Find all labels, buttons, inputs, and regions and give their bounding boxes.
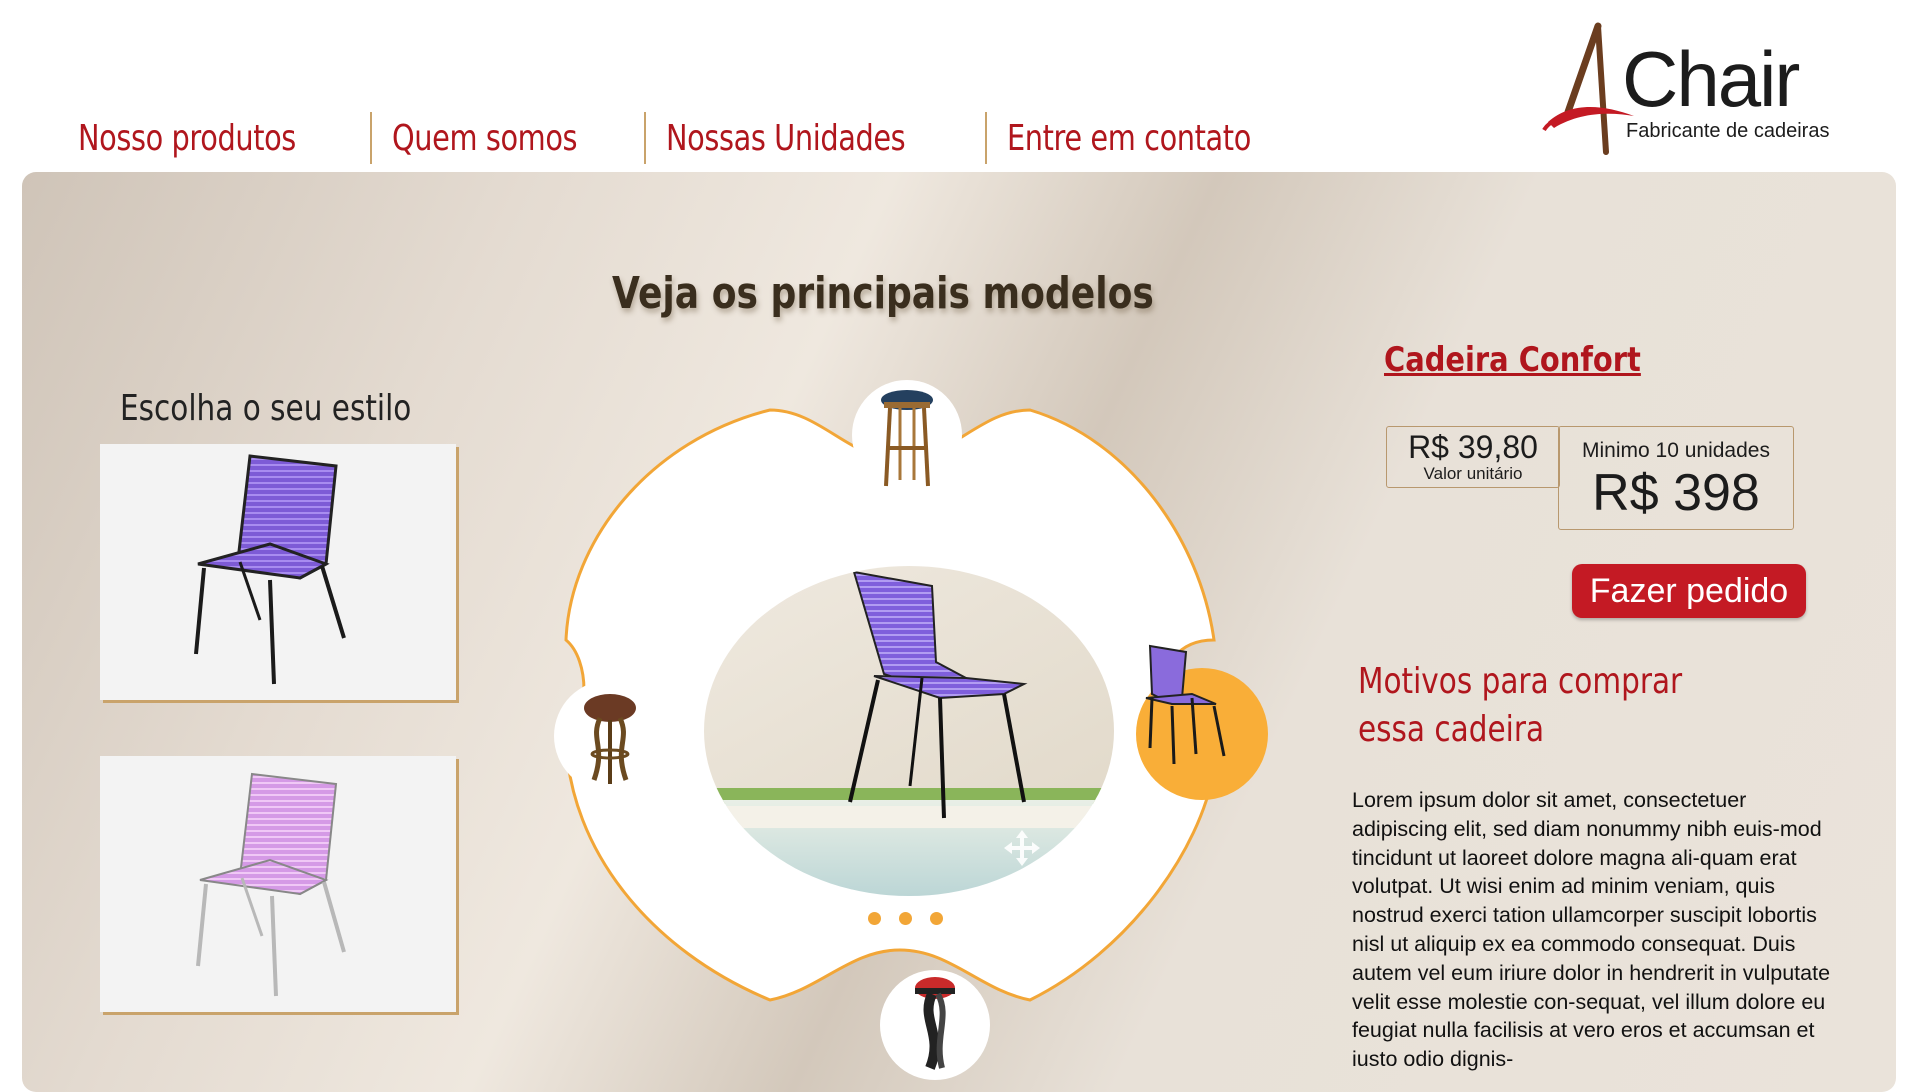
purple-chair-icon <box>194 454 346 685</box>
product-description: Lorem ipsum dolor sit amet, consectetuer… <box>1352 788 1831 1072</box>
reasons-heading-line-2: essa cadeira <box>1358 709 1545 750</box>
showcase-panel: Veja os principais modelos Escolha o seu… <box>22 172 1896 1092</box>
carousel-item-right[interactable] <box>1136 644 1268 800</box>
nav-cell-products: Nosso produtos <box>70 112 370 164</box>
unit-price-box: R$ 39,80 Valor unitário <box>1386 426 1560 488</box>
reasons-heading-line-1: Motivos para comprar <box>1358 661 1683 702</box>
nav-link-about[interactable]: Quem somos <box>392 118 578 159</box>
nav-link-products[interactable]: Nosso produtos <box>78 118 296 159</box>
unit-price-label: Valor unitário <box>1423 464 1523 483</box>
logo-wordmark: Chair <box>1622 35 1800 123</box>
purple-chair-small-icon <box>1145 644 1226 765</box>
nav-cell-units: Nossas Unidades <box>646 112 985 164</box>
total-price-value: R$ 398 <box>1592 464 1760 522</box>
style-option-pink[interactable] <box>100 756 456 1012</box>
nav-cell-about: Quem somos <box>372 112 643 164</box>
product-name-link[interactable]: Cadeira Confort <box>1384 340 1641 380</box>
main-nav: Nosso produtos Quem somos Nossas Unidade… <box>70 112 1332 164</box>
total-price-box: Minimo 10 unidades R$ 398 <box>1558 426 1794 530</box>
place-order-button[interactable]: Fazer pedido <box>1572 564 1806 618</box>
style-heading: Escolha o seu estilo <box>120 388 412 429</box>
style-option-purple[interactable] <box>100 444 456 700</box>
logo-tagline: Fabricante de cadeiras <box>1626 120 1830 142</box>
carousel-pagination <box>868 912 943 925</box>
carousel-dot-3[interactable] <box>930 912 943 925</box>
poolside-chair-icon <box>704 566 1114 896</box>
nav-cell-contact: Entre em contato <box>987 112 1332 164</box>
round-wood-stool-icon <box>584 694 636 784</box>
featured-product-image[interactable] <box>704 566 1114 896</box>
brand-logo[interactable]: Chair Fabricante de cadeiras <box>1540 20 1860 160</box>
nav-link-units[interactable]: Nossas Unidades <box>666 118 906 159</box>
pink-chair-icon <box>196 772 346 997</box>
min-quantity-label: Minimo 10 unidades <box>1582 439 1770 462</box>
red-bar-stool-icon <box>915 977 955 1070</box>
reasons-heading: Motivos para comprar essa cadeira <box>1358 658 1682 754</box>
carousel-item-left[interactable] <box>554 680 666 792</box>
wooden-stool-icon <box>881 390 933 487</box>
move-arrows-icon[interactable] <box>1002 828 1042 868</box>
carousel-dot-2[interactable] <box>899 912 912 925</box>
section-title: Veja os principais modelos <box>612 268 1154 319</box>
carousel-dot-1[interactable] <box>868 912 881 925</box>
unit-price-value: R$ 39,80 <box>1408 429 1538 465</box>
carousel-item-top[interactable] <box>852 380 962 490</box>
carousel-item-bottom[interactable] <box>880 970 990 1080</box>
nav-link-contact[interactable]: Entre em contato <box>1007 118 1251 159</box>
